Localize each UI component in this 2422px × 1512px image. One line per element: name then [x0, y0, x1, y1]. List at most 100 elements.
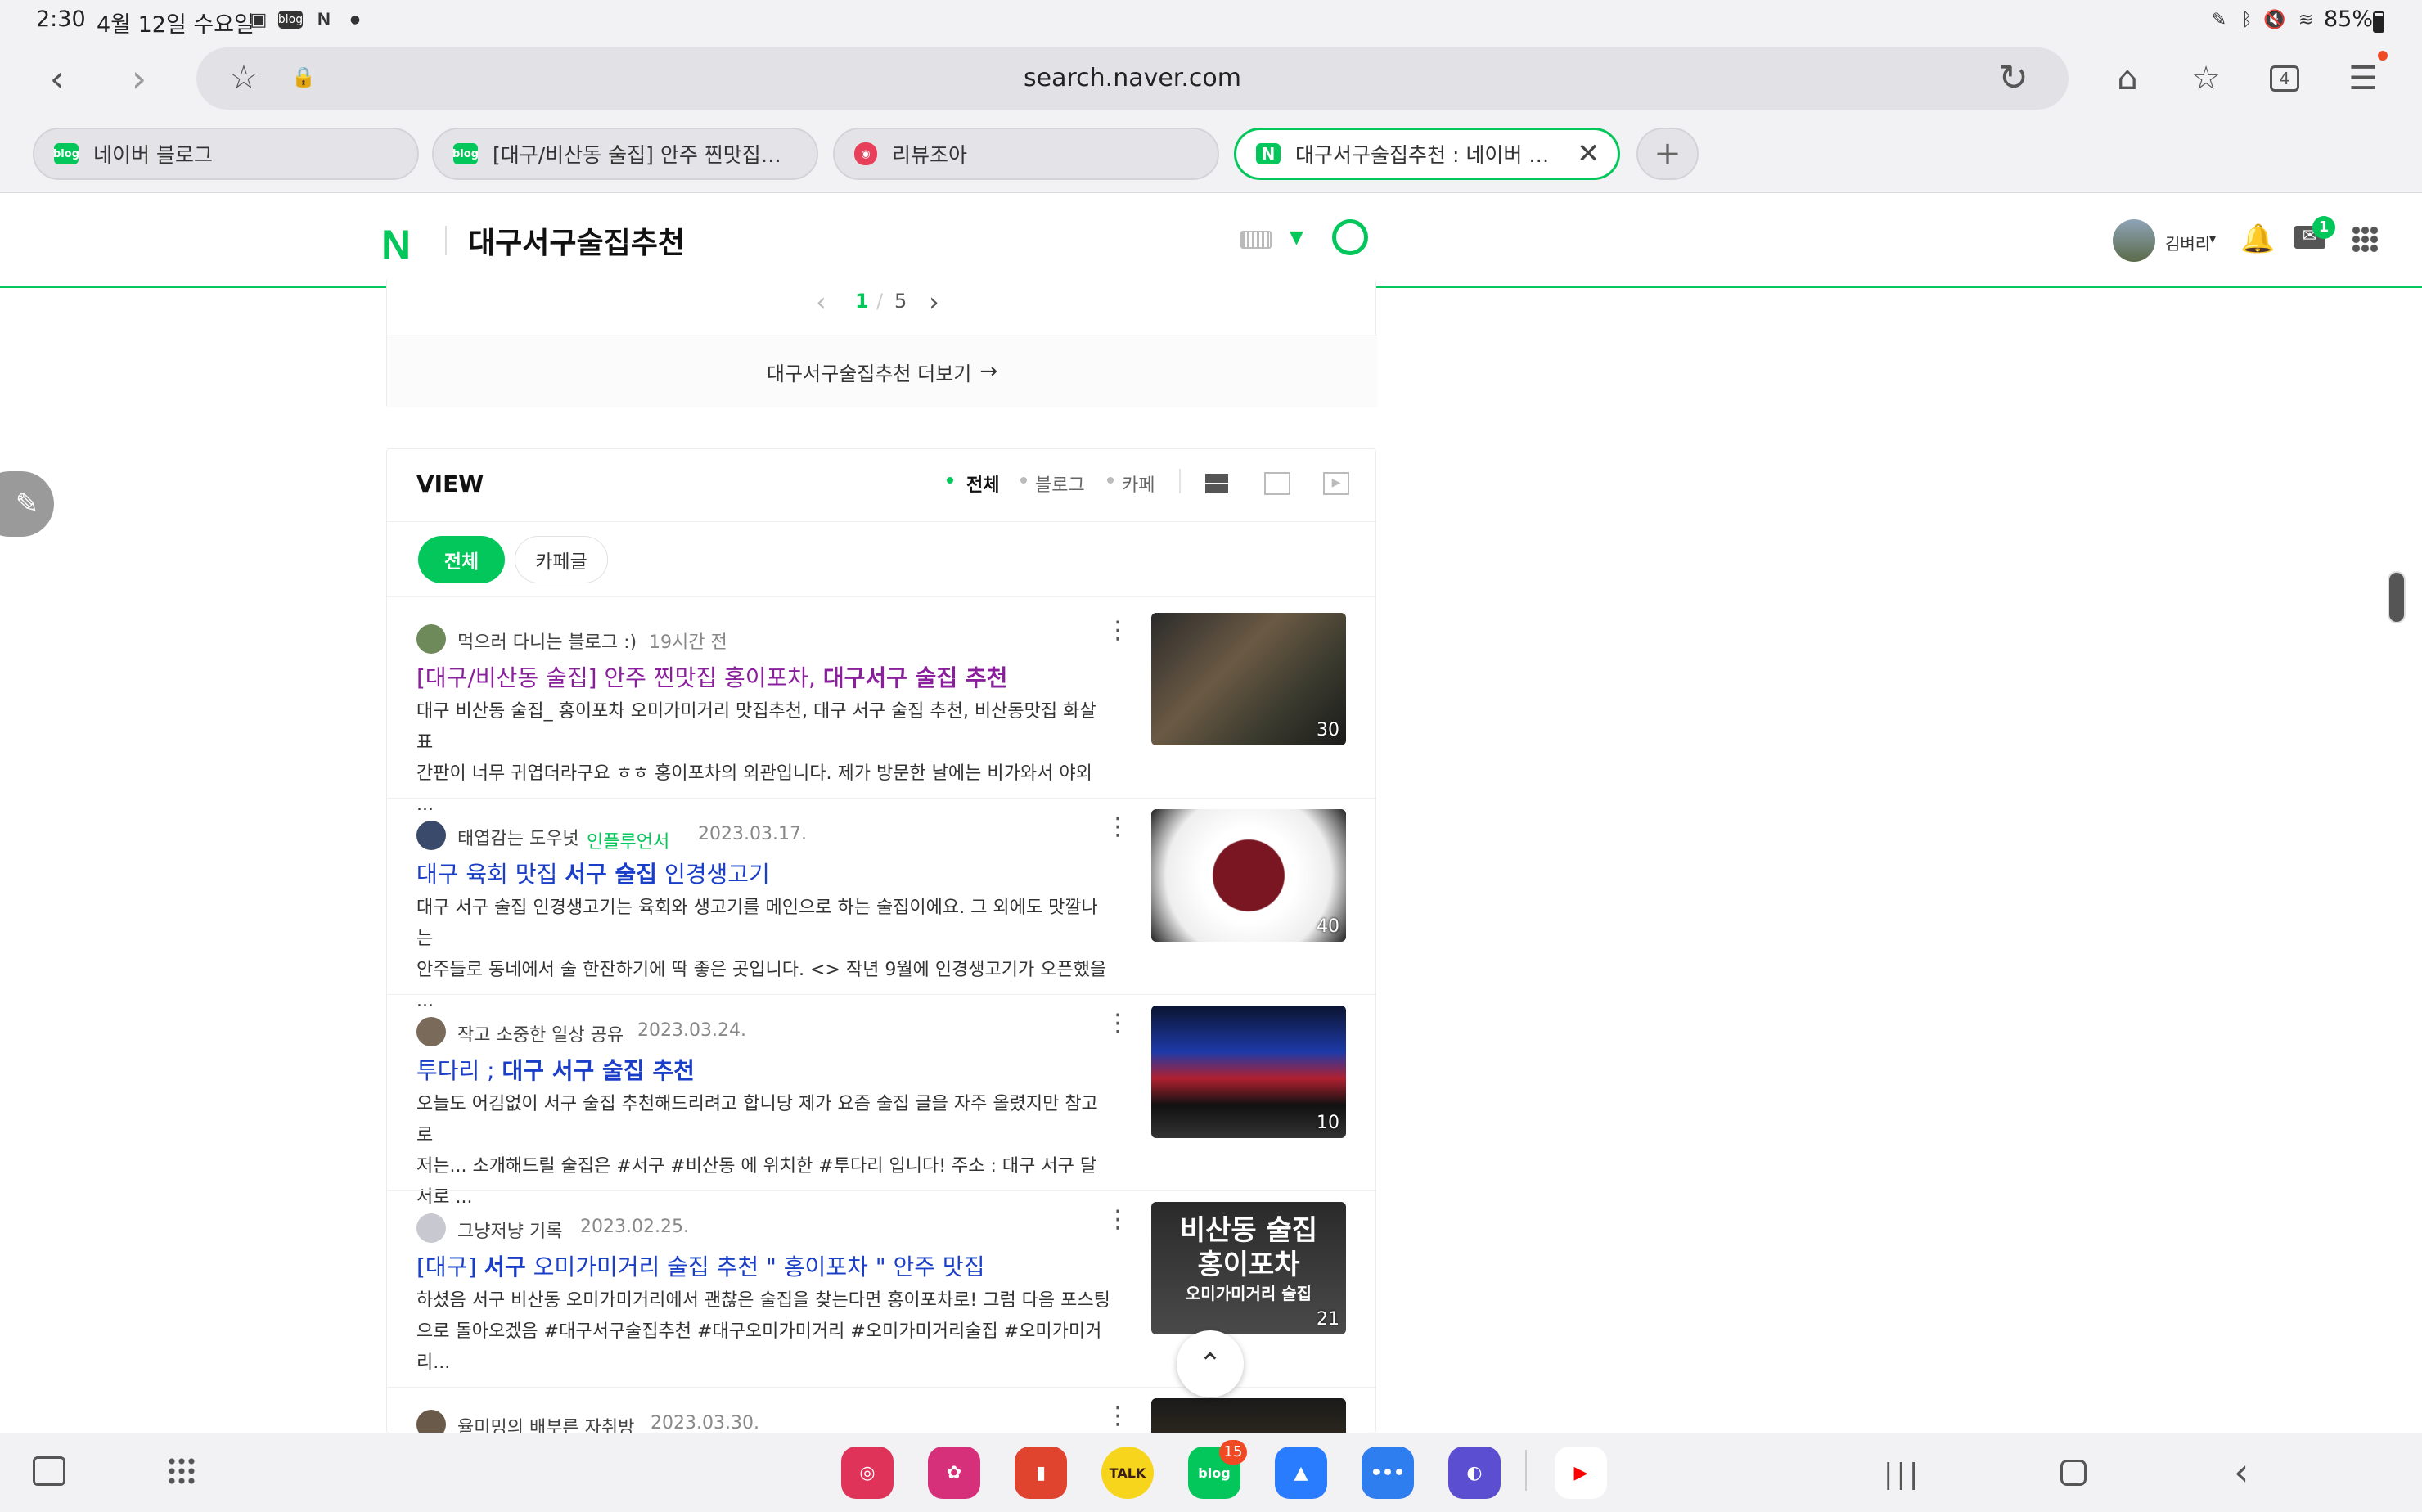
- home-button[interactable]: ⌂: [2103, 54, 2152, 103]
- more-options-icon[interactable]: ⋮: [1105, 1404, 1130, 1429]
- internet-app-icon[interactable]: ◐: [1448, 1447, 1501, 1499]
- user-dropdown-icon[interactable]: ▾: [2209, 231, 2216, 246]
- post-date: 2023.02.25.: [580, 1217, 689, 1237]
- filter-dot: [1107, 477, 1114, 484]
- keyboard-icon[interactable]: [1240, 231, 1272, 249]
- back-nav-button[interactable]: ‹: [2234, 1450, 2249, 1494]
- more-options-icon[interactable]: ⋮: [1105, 1208, 1130, 1232]
- tab-naver-blog[interactable]: blog 네이버 블로그: [33, 128, 419, 180]
- tab-search-active[interactable]: N 대구서구술집추천 : 네이버 통합… ✕: [1234, 128, 1620, 180]
- card-view-icon[interactable]: [1205, 474, 1228, 493]
- author-avatar[interactable]: [416, 1213, 446, 1243]
- influencer-badge: 인플루언서: [587, 832, 670, 853]
- tabs-button[interactable]: 4: [2260, 54, 2309, 103]
- recents-nav-button[interactable]: |||: [1884, 1458, 1921, 1491]
- app-drawer-icon[interactable]: [167, 1456, 196, 1486]
- more-options-icon[interactable]: ⋮: [1105, 619, 1130, 643]
- post-thumbnail[interactable]: 30: [1151, 613, 1346, 745]
- title-text: 대구 육회 맛집: [416, 861, 565, 888]
- filter-blog[interactable]: 블로그: [1035, 470, 1085, 497]
- battery-icon: [2373, 11, 2384, 33]
- author-name[interactable]: 작고 소중한 일상 공유: [457, 1020, 624, 1046]
- camera-icon: ◉: [854, 142, 877, 165]
- post-thumbnail[interactable]: 비산동 술집 홍이포차 오미가미거리 술집 21: [1151, 1202, 1346, 1334]
- camera-app-icon[interactable]: ◎: [841, 1447, 894, 1499]
- more-link-label: 대구서구술집추천 더보기: [766, 362, 972, 385]
- post-thumbnail[interactable]: [1151, 1398, 1346, 1433]
- author-name[interactable]: 율미밍의 배부른 자취방: [457, 1413, 634, 1433]
- avatar[interactable]: [2113, 219, 2155, 262]
- more-link[interactable]: 대구서구술집추천 더보기 →: [387, 335, 1377, 407]
- list-item[interactable]: 작고 소중한 일상 공유 2023.03.24. ⋮ 투다리 ; 대구 서구 술집…: [387, 1006, 1375, 1208]
- post-title-link[interactable]: 투다리 ; 대구 서구 술집 추천: [416, 1053, 695, 1086]
- post-title-link[interactable]: [대구/비산동 술집] 안주 찐맛집 홍이포차, 대구서구 술집 추천: [416, 660, 1007, 693]
- more-options-icon[interactable]: ⋮: [1105, 815, 1130, 839]
- tab-blog-post[interactable]: blog [대구/비산동 술집] 안주 찐맛집 홍…: [432, 128, 818, 180]
- prev-page-icon[interactable]: ‹: [816, 286, 826, 317]
- edit-float-button[interactable]: ✎: [0, 471, 54, 537]
- list-item[interactable]: 먹으러 다니는 블로그 :) 19시간 전 ⋮ [대구/비산동 술집] 안주 찐맛…: [387, 613, 1375, 815]
- forward-button[interactable]: ›: [115, 54, 164, 103]
- blog-icon: blog: [452, 143, 479, 164]
- bookmarks-button[interactable]: ☆: [2181, 54, 2231, 103]
- post-title-link[interactable]: [대구] 서구 오미가미거리 술집 추천 " 홍이포차 " 안주 맛집: [416, 1249, 984, 1282]
- tab-title: 대구서구술집추천 : 네이버 통합…: [1295, 143, 1565, 167]
- post-description: 오늘도 어김없이 서구 술집 추천해드리려고 합니당 제가 요즘 술집 글을 자…: [416, 1089, 1112, 1213]
- desc-line: 으로 돌아오겠음 #대구서구술집추천 #대구오미가미거리 #오미가미거리술집 #…: [416, 1321, 1102, 1373]
- post-date: 2023.03.17.: [698, 824, 807, 844]
- author-avatar[interactable]: [416, 1017, 446, 1046]
- current-page: 1: [855, 290, 869, 313]
- naver-logo[interactable]: N: [381, 221, 411, 268]
- dot-icon: ●: [349, 13, 361, 26]
- author-name[interactable]: 태엽감는 도우넛: [457, 824, 579, 850]
- author-name[interactable]: 먹으러 다니는 블로그 :): [457, 628, 637, 654]
- filter-cafe[interactable]: 카페: [1122, 470, 1155, 497]
- navigation-app-icon[interactable]: ▲: [1275, 1447, 1327, 1499]
- filter-all[interactable]: 전체: [966, 470, 999, 497]
- title-text: 투다리 ;: [416, 1057, 502, 1084]
- notes-app-icon[interactable]: ▮: [1015, 1447, 1067, 1499]
- user-name[interactable]: 김벼리: [2165, 231, 2210, 254]
- bell-icon[interactable]: 🔔: [2240, 223, 2275, 255]
- author-avatar[interactable]: [416, 821, 446, 850]
- list-item[interactable]: 태엽감는 도우넛 인플루언서 2023.03.17. ⋮ 대구 육회 맛집 서구 술…: [387, 809, 1375, 1011]
- divider: [387, 798, 1375, 799]
- scroll-handle[interactable]: [2388, 571, 2406, 623]
- home-nav-button[interactable]: [2060, 1460, 2087, 1486]
- next-page-icon[interactable]: ›: [929, 286, 939, 317]
- url-text[interactable]: search.naver.com: [196, 64, 2069, 92]
- search-icon[interactable]: [1332, 219, 1368, 255]
- youtube-icon[interactable]: ▶: [1555, 1447, 1607, 1499]
- back-button[interactable]: ‹: [33, 54, 82, 103]
- tabs-count: 4: [2270, 65, 2299, 92]
- close-tab-icon[interactable]: ✕: [1577, 137, 1600, 170]
- chip-cafe-posts[interactable]: 카페글: [515, 536, 608, 583]
- video-view-icon[interactable]: ▶: [1323, 472, 1349, 495]
- address-bar[interactable]: ☆ 🔒 search.naver.com ↻: [196, 47, 2069, 110]
- filter-dot-active: [947, 477, 953, 484]
- apps-grid-icon[interactable]: [2352, 226, 2378, 252]
- author-avatar[interactable]: [416, 1410, 446, 1433]
- author-avatar[interactable]: [416, 624, 446, 654]
- kakaotalk-icon[interactable]: TALK: [1101, 1447, 1154, 1499]
- post-title-link[interactable]: 대구 육회 맛집 서구 술집 인경생고기: [416, 857, 770, 889]
- flower-app-icon[interactable]: ✿: [928, 1447, 980, 1499]
- reload-icon[interactable]: ↻: [1998, 57, 2028, 99]
- more-options-icon[interactable]: ⋮: [1105, 1011, 1130, 1036]
- tab-reviewjoa[interactable]: ◉ 리뷰조아: [833, 128, 1219, 180]
- list-view-icon[interactable]: [1264, 472, 1290, 495]
- search-query[interactable]: 대구서구술집추천: [468, 219, 685, 262]
- chip-all[interactable]: 전체: [418, 536, 505, 583]
- scroll-top-button[interactable]: ⌃: [1177, 1330, 1244, 1397]
- dropdown-icon[interactable]: ▼: [1290, 227, 1303, 248]
- post-thumbnail[interactable]: 40: [1151, 809, 1346, 942]
- author-name[interactable]: 그냥저냥 기록: [457, 1217, 562, 1243]
- battery-percent: 85%: [2324, 7, 2374, 32]
- menu-button[interactable]: ☰: [2339, 54, 2388, 103]
- new-tab-button[interactable]: +: [1636, 128, 1699, 180]
- recent-screen-icon[interactable]: [33, 1456, 65, 1486]
- messages-app-icon[interactable]: •••: [1362, 1447, 1414, 1499]
- pencil-icon: ✎: [15, 488, 39, 520]
- list-item[interactable]: 율미밍의 배부른 자취방2023.03.30. ⋮ (대구 서구 술집/대구 내…: [387, 1398, 1375, 1433]
- post-thumbnail[interactable]: 10: [1151, 1006, 1346, 1138]
